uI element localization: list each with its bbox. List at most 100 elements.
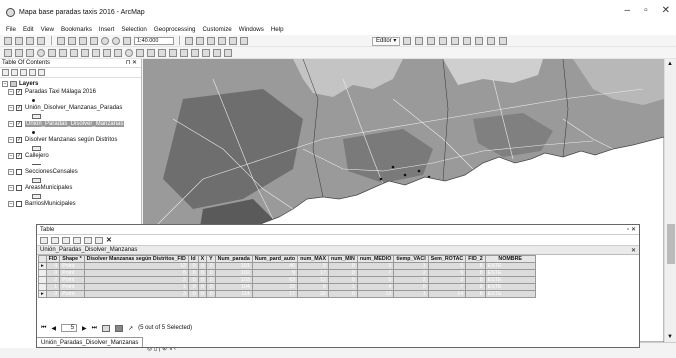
table-cell[interactable]: 0 [393, 283, 429, 291]
sketch-tool-icon[interactable] [415, 37, 424, 45]
table-cell[interactable]: 3 [45, 290, 61, 298]
paste-icon[interactable] [79, 36, 87, 45]
layer-symbol[interactable] [8, 192, 141, 200]
next-record-icon[interactable]: ▶ [82, 325, 87, 332]
layer-visibility-checkbox[interactable]: ✓ [16, 105, 22, 111]
table-cell[interactable]: 2 [393, 276, 429, 284]
measure-icon[interactable] [158, 48, 166, 57]
table-cell[interactable]: Point [59, 269, 85, 277]
table-cell[interactable]: 0 [187, 290, 199, 298]
menu-file[interactable]: File [6, 26, 16, 33]
table-cell[interactable]: 8 [465, 276, 486, 284]
delete-icon[interactable] [90, 36, 98, 45]
table-row[interactable]: 0 Point 8 0 0 0 102 9 17 0 7 2 6 8 ESTE [38, 269, 536, 277]
close-icon[interactable]: ▫ ✕ [627, 226, 636, 233]
table-cell[interactable]: 17 [297, 269, 329, 277]
column-header[interactable]: X [197, 255, 208, 263]
rotate-icon[interactable] [463, 37, 472, 45]
column-header[interactable]: num_MAX [297, 255, 329, 263]
zoom-to-selected-icon[interactable] [95, 236, 103, 244]
layers-root[interactable]: − Layers [2, 80, 141, 88]
catalog-icon[interactable] [207, 36, 215, 45]
column-header[interactable]: Disolver Manzanas según Distritos_FID [83, 255, 189, 263]
table-cell[interactable]: 14 [427, 290, 467, 298]
table-of-contents-icon[interactable] [196, 36, 204, 45]
menu-selection[interactable]: Selection [121, 26, 146, 33]
first-record-icon[interactable]: ⏮ [41, 325, 46, 332]
table-options-icon[interactable] [40, 236, 48, 244]
table-cell[interactable]: 3 [356, 262, 395, 270]
collapse-icon[interactable]: − [8, 153, 14, 159]
table-cell[interactable]: 1 [393, 290, 429, 298]
map-vertical-scrollbar[interactable]: ▲ ▼ [664, 59, 676, 342]
arctoolbox-icon[interactable] [229, 36, 237, 45]
table-row[interactable]: 1 Point 1 0 0 0 104 22 8 1 4 0 7 8 ESTE [38, 283, 536, 291]
map-scale-combo[interactable]: 1:40.000 [134, 36, 174, 45]
table-cell[interactable]: 13 [356, 290, 395, 298]
menu-insert[interactable]: Insert [99, 26, 114, 33]
menu-customize[interactable]: Customize [203, 26, 232, 33]
table-cell[interactable]: 0 [197, 276, 208, 284]
table-cell[interactable]: 8 [465, 283, 486, 291]
zoom-in-icon[interactable] [4, 48, 12, 57]
scroll-up-icon[interactable]: ▲ [667, 61, 673, 67]
table-cell[interactable]: 8 [297, 283, 329, 291]
table-row[interactable]: ▸ 3 Point 3 0 0 0 114 17 32 0 13 1 14 8 … [38, 290, 536, 298]
edit-tool-icon[interactable] [403, 37, 412, 45]
layer-visibility-checkbox[interactable] [16, 201, 22, 207]
table-cell[interactable]: 0 [328, 262, 358, 270]
layer-item[interactable]: − BarriosMunicipales [8, 200, 141, 208]
find-icon[interactable] [169, 48, 177, 57]
table-cell[interactable]: 8 [83, 269, 189, 277]
find-route-icon[interactable] [180, 48, 188, 57]
table-cell[interactable]: 102 [214, 269, 253, 277]
attributes-icon[interactable] [475, 37, 484, 45]
layer-symbol[interactable] [8, 112, 141, 120]
row-selector[interactable]: ▸ [38, 290, 47, 298]
table-cell[interactable]: 1 [393, 262, 429, 270]
list-by-visibility-icon[interactable] [20, 69, 27, 76]
table-cell[interactable]: 17 [251, 290, 299, 298]
row-selector[interactable] [38, 283, 47, 291]
full-extent-icon[interactable] [37, 48, 45, 57]
related-tables-icon[interactable] [51, 236, 59, 244]
collapse-icon[interactable]: − [8, 137, 14, 143]
layer-item[interactable]: − ✓ Paradas Taxi Málaga 2016 [8, 88, 141, 96]
collapse-icon[interactable]: − [8, 201, 14, 207]
layer-symbol[interactable] [8, 160, 141, 168]
table-cell[interactable]: 12 [297, 276, 329, 284]
table-cell[interactable]: 0 [206, 290, 216, 298]
column-header[interactable]: num_MIN [328, 255, 358, 263]
column-header[interactable]: tiemp_VACI [393, 255, 429, 263]
table-cell[interactable]: 2 [427, 276, 467, 284]
table-cell[interactable]: 8 [465, 290, 486, 298]
table-cell[interactable]: 2 [393, 269, 429, 277]
table-cell[interactable]: 1 [328, 283, 358, 291]
table-cell[interactable]: 12 [83, 262, 189, 270]
column-header[interactable]: Y [206, 255, 216, 263]
layer-item[interactable]: − SeccionesCensales [8, 168, 141, 176]
collapse-icon[interactable]: − [8, 185, 14, 191]
table-cell[interactable]: 0 [187, 269, 199, 277]
table-row[interactable]: 2 Point 2 0 0 0 103 63 12 0 5 2 2 8 ESTE [38, 276, 536, 284]
table-cell[interactable]: 0 [197, 290, 208, 298]
collapse-icon[interactable]: − [8, 89, 14, 95]
menu-geoprocessing[interactable]: Geoprocessing [154, 26, 196, 33]
table-cell[interactable]: 1 [83, 283, 189, 291]
collapse-icon[interactable]: − [8, 169, 14, 175]
column-header[interactable]: Num_pard_auto [251, 255, 299, 263]
scroll-down-icon[interactable]: ▼ [667, 334, 673, 340]
current-record-input[interactable]: 5 [61, 324, 78, 332]
options-icon[interactable] [38, 69, 45, 76]
table-cell[interactable]: 101 [214, 262, 253, 270]
delete-selected-icon[interactable]: ✕ [106, 236, 112, 244]
collapse-icon[interactable]: − [2, 81, 8, 87]
straight-segment-icon[interactable] [427, 37, 436, 45]
table-cell[interactable]: 0 [206, 276, 216, 284]
table-cell[interactable]: 0 [197, 269, 208, 277]
table-cell[interactable]: 6 [427, 262, 467, 270]
menu-edit[interactable]: Edit [23, 26, 34, 33]
switch-selection-icon[interactable] [73, 236, 81, 244]
column-header[interactable]: Num_parada [214, 255, 253, 263]
table-cell[interactable]: Point [59, 283, 85, 291]
